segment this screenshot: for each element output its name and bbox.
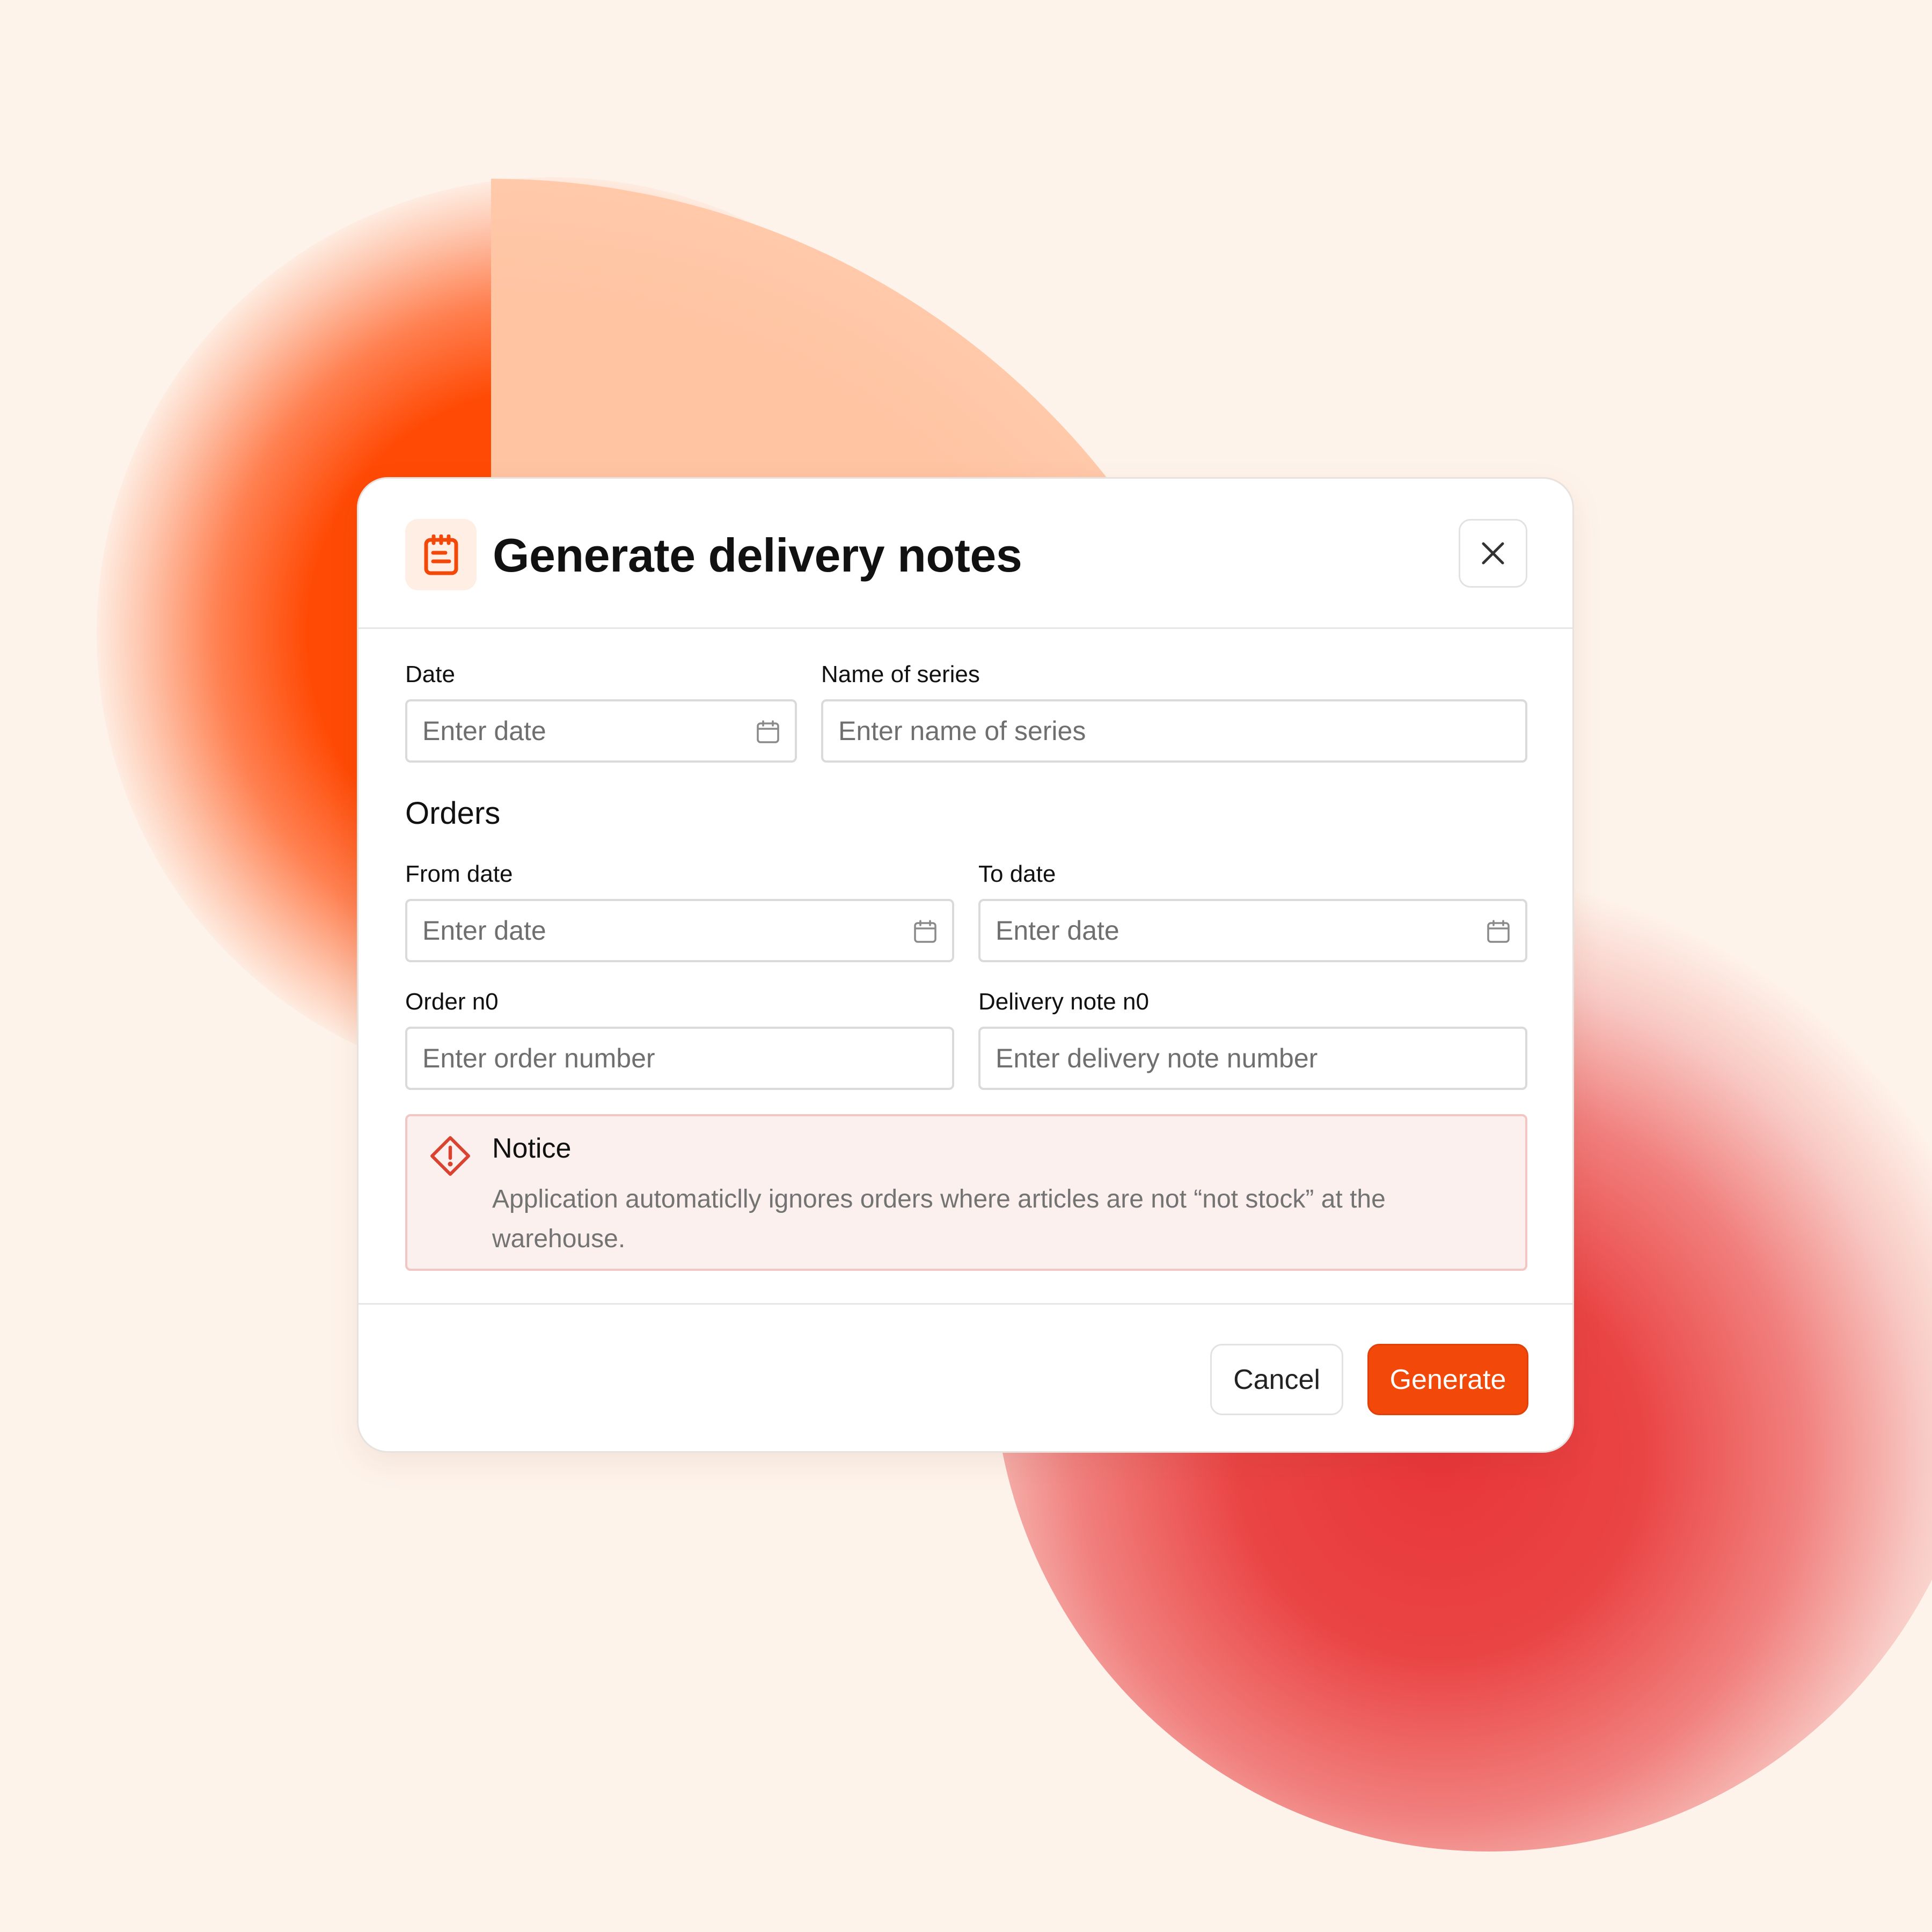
date-input[interactable]: Enter date: [405, 699, 797, 763]
series-label: Name of series: [821, 661, 980, 687]
generate-button[interactable]: Generate: [1367, 1344, 1528, 1415]
notice-box: Notice Application automaticlly ignores …: [405, 1114, 1527, 1271]
to-date-placeholder: Enter date: [996, 916, 1119, 946]
dialog-header: Generate delivery notes: [358, 479, 1572, 629]
orders-section-title: Orders: [405, 796, 501, 831]
close-icon: [1482, 542, 1504, 565]
notice-title: Notice: [492, 1133, 572, 1164]
delivery-note-number-input[interactable]: Enter delivery note number: [978, 1027, 1527, 1090]
date-label: Date: [405, 661, 455, 687]
dialog-footer: Cancel Generate: [358, 1303, 1572, 1451]
dialog-title: Generate delivery notes: [493, 529, 1022, 582]
from-date-placeholder: Enter date: [422, 916, 546, 946]
to-date-label: To date: [978, 861, 1056, 887]
calendar-icon: [1487, 920, 1510, 943]
order-number-placeholder: Enter order number: [422, 1043, 655, 1073]
calendar-icon: [757, 720, 779, 743]
to-date-input[interactable]: Enter date: [978, 899, 1527, 962]
series-input[interactable]: Enter name of series: [821, 699, 1527, 763]
generate-delivery-notes-dialog: Generate delivery notes Date Enter date …: [357, 477, 1574, 1453]
delivery-note-number-label: Delivery note n0: [978, 989, 1149, 1015]
notice-text: Application automaticlly ignores orders …: [492, 1185, 1386, 1253]
from-date-input[interactable]: Enter date: [405, 899, 954, 962]
clipboard-icon: [405, 519, 477, 590]
date-placeholder: Enter date: [422, 716, 546, 746]
warning-diamond-icon: [430, 1136, 470, 1176]
order-number-label: Order n0: [405, 989, 499, 1015]
order-number-input[interactable]: Enter order number: [405, 1027, 954, 1090]
from-date-label: From date: [405, 861, 513, 887]
close-button[interactable]: [1459, 519, 1527, 588]
calendar-icon: [914, 920, 936, 943]
delivery-note-number-placeholder: Enter delivery note number: [996, 1043, 1318, 1073]
series-placeholder: Enter name of series: [838, 716, 1086, 746]
cancel-button[interactable]: Cancel: [1210, 1344, 1343, 1415]
